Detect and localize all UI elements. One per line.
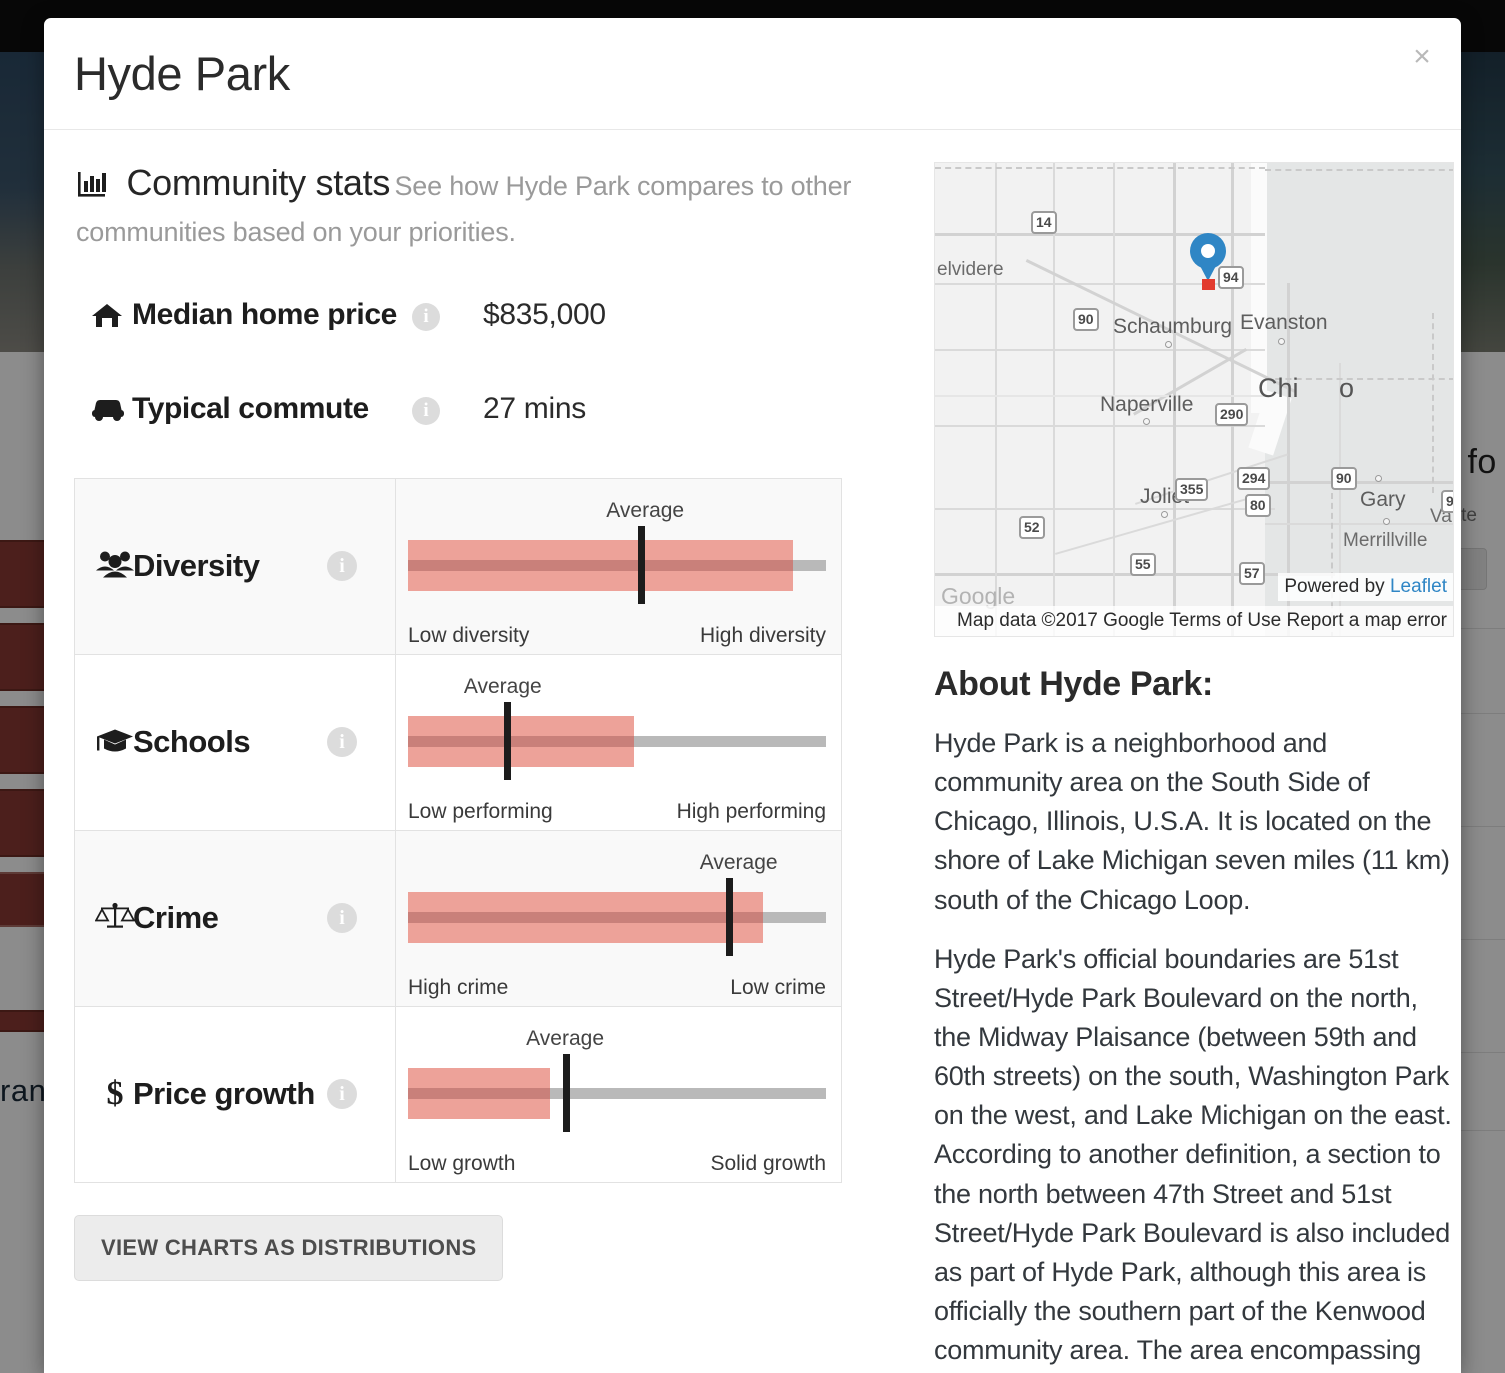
map-city-label: Schaumburg (1113, 315, 1233, 338)
scale-low-label: Low growth (408, 1151, 516, 1175)
map-route-shield: 52 (1019, 516, 1045, 539)
map-route-shield: 90 (1073, 308, 1099, 331)
info-icon[interactable]: i (327, 1079, 357, 1110)
metrics-table: Diversity i Average Low diversity High d… (74, 477, 842, 1183)
average-marker (725, 877, 733, 956)
info-icon[interactable]: i (327, 551, 357, 582)
average-label: Average (463, 674, 542, 698)
info-icon: i (412, 396, 440, 425)
metric-label: Diversity (133, 548, 260, 584)
about-paragraph: Hyde Park is a neighborhood and communit… (934, 728, 1450, 915)
bar-chart-icon (76, 167, 110, 206)
metric-bar-cell: Average Low growth Solid growth (396, 1007, 841, 1182)
graduation-cap-icon (95, 725, 135, 760)
metric-bar (408, 877, 826, 956)
bar-fill-value (408, 911, 764, 923)
scale-low-label: Low diversity (408, 623, 530, 647)
metric-row: $ Price growth i Average Low growth Soli… (75, 1006, 841, 1183)
stat-value: $835,000 (483, 297, 606, 331)
map-route-shield: 90 (1331, 467, 1357, 490)
metric-label: Schools (133, 724, 251, 760)
metric-row: Crime i Average High crime Low crime (75, 830, 841, 1007)
map-attribution: Map data ©2017 Google Terms of Use Repor… (935, 606, 1453, 636)
average-marker (562, 1053, 570, 1132)
metric-label: Price growth (133, 1076, 315, 1112)
stat-value: 27 mins (483, 391, 586, 425)
average-marker (637, 525, 645, 604)
map-route-shield: 80 (1245, 494, 1271, 517)
modal-header: Hyde Park × (44, 18, 1461, 130)
scale-low-label: High crime (408, 975, 509, 999)
metric-bar-cell: Average Low performing High performing (396, 655, 841, 830)
metric-label-cell: Crime i (75, 830, 396, 1006)
info-icon[interactable]: i (327, 727, 357, 758)
map-route-shield: 290 (1215, 403, 1249, 426)
metric-label-cell: Schools i (75, 654, 396, 830)
metric-row: Diversity i Average Low diversity High d… (75, 478, 841, 655)
stat-median-home-price: Median home price i $835,000 (90, 298, 884, 350)
about-paragraph: Hyde Park's official boundaries are 51st… (934, 943, 1452, 1366)
metric-bar (408, 701, 826, 780)
bar-fill-value (408, 1087, 551, 1099)
map-city-label: Chi (1258, 373, 1299, 403)
scale-high-label: Solid growth (710, 1151, 826, 1175)
metric-bar-cell: Average Low diversity High diversity (396, 479, 841, 654)
scale-high-label: High diversity (699, 623, 826, 647)
map-and-about-panel: elvidere Schaumburg Evanston Chi o Naper… (934, 130, 1454, 1373)
map-city-label: o (1339, 373, 1355, 403)
map-route-shield: 57 (1239, 562, 1265, 585)
bar-fill-value (408, 735, 634, 747)
average-label: Average (606, 498, 685, 522)
map-city-label: Evanston (1240, 311, 1328, 334)
map-city-label: Gary (1360, 488, 1406, 511)
scales-icon (94, 901, 136, 936)
stat-label: Typical commute (132, 391, 369, 425)
scale-high-label: High performing (676, 799, 826, 823)
powered-by-leaflet: Powered by Leaflet (1278, 573, 1453, 601)
home-icon (90, 302, 124, 335)
metric-bar-cell: Average High crime Low crime (396, 831, 841, 1006)
car-icon (90, 396, 124, 427)
stat-label: Median home price (132, 297, 397, 331)
average-marker (504, 701, 512, 780)
dollar-icon: $ (106, 1075, 124, 1113)
community-detail-modal: Hyde Park × Community stats See how Hyde… (44, 18, 1461, 1373)
metric-label-cell: Diversity i (75, 478, 396, 654)
stats-heading-block: Community stats See how Hyde Park compar… (74, 130, 884, 256)
info-icon[interactable]: i (327, 903, 357, 934)
metric-row: Schools i Average Low performing High pe… (75, 654, 841, 831)
about-section-title: About Hyde Park: (934, 665, 1213, 703)
metric-bar (408, 525, 826, 604)
close-icon[interactable]: × (1405, 40, 1439, 74)
people-icon (95, 549, 135, 584)
leaflet-link[interactable]: Leaflet (1390, 576, 1447, 597)
map-route-shield: 294 (1237, 467, 1271, 490)
map-city-label: Merrillville (1343, 530, 1428, 551)
info-icon: i (412, 302, 440, 331)
map-city-label: elvidere (937, 259, 1004, 280)
stats-title: Community stats (126, 162, 391, 203)
map-city-label: Naperville (1100, 393, 1194, 416)
metric-label: Crime (133, 900, 219, 936)
average-label: Average (699, 850, 778, 874)
map-route-shield: 14 (1031, 211, 1057, 234)
map-route-shield: 90 (1441, 490, 1453, 513)
community-stats-panel: Community stats See how Hyde Park compar… (74, 130, 884, 1281)
view-charts-as-distributions-button[interactable]: VIEW CHARTS AS DISTRIBUTIONS (74, 1214, 504, 1281)
location-pin[interactable] (1190, 233, 1226, 290)
scale-high-label: Low crime (730, 975, 826, 999)
map-route-shield: 55 (1130, 553, 1156, 576)
stat-typical-commute: Typical commute i 27 mins (90, 392, 884, 444)
average-label: Average (526, 1026, 605, 1050)
metric-label-cell: $ Price growth i (75, 1006, 396, 1182)
bar-fill-value (408, 559, 793, 571)
map-route-shield: 355 (1175, 478, 1209, 501)
scale-low-label: Low performing (408, 799, 553, 823)
metric-bar (408, 1053, 826, 1132)
location-map[interactable]: elvidere Schaumburg Evanston Chi o Naper… (934, 162, 1454, 637)
page-title: Hyde Park (74, 47, 290, 100)
